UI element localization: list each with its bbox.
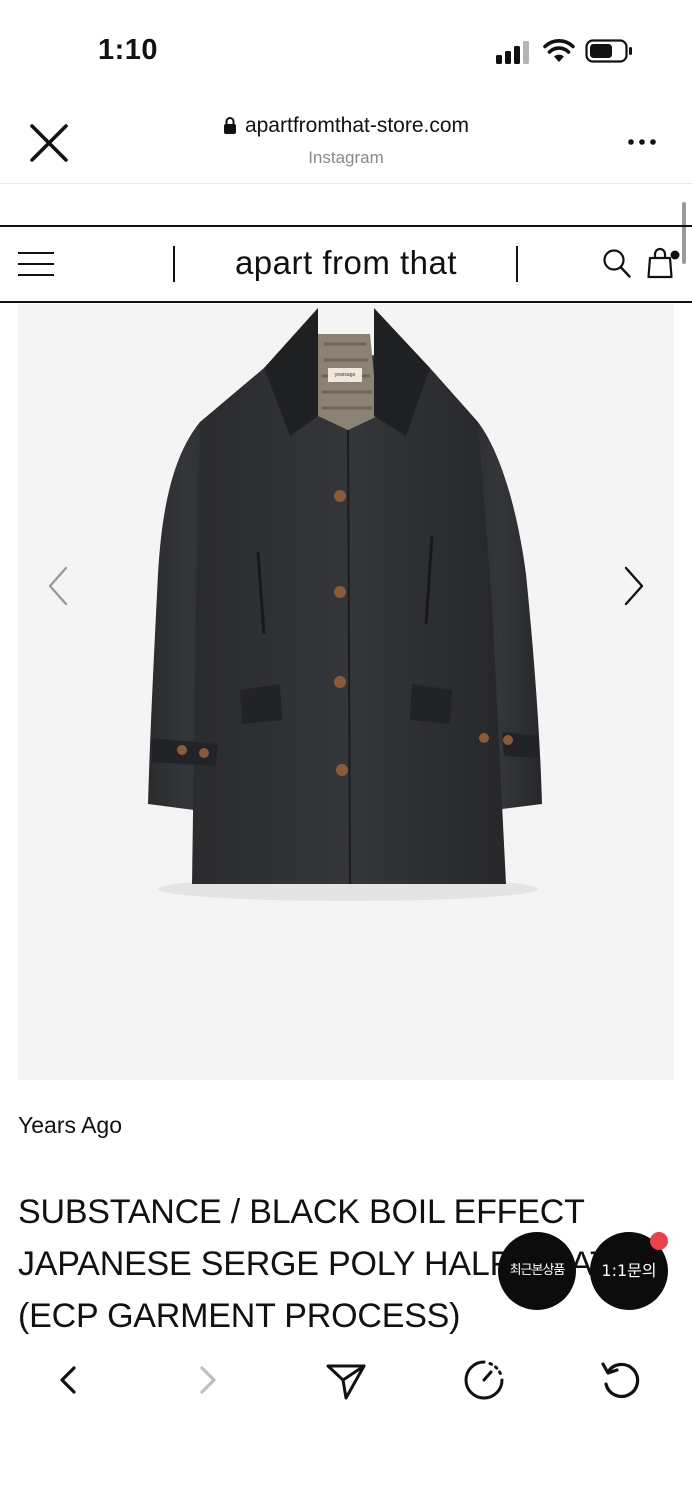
url-row[interactable]: apartfromthat-store.com: [0, 114, 692, 138]
back-icon[interactable]: [46, 1358, 90, 1402]
site-logo[interactable]: apart from that: [176, 244, 516, 282]
wifi-icon: [543, 39, 575, 62]
product-image[interactable]: yearsago: [18, 304, 674, 1080]
status-bar: 1:10: [0, 0, 692, 100]
product-title-line: SUBSTANCE / BLACK BOIL EFFECT: [18, 1193, 585, 1231]
recently-viewed-button[interactable]: 최근본상품: [498, 1232, 576, 1310]
send-icon[interactable]: [324, 1358, 368, 1402]
header-bottom-border: [0, 301, 692, 303]
more-icon[interactable]: [624, 132, 660, 152]
menu-icon[interactable]: [18, 250, 54, 278]
scroll-indicator: [682, 202, 686, 264]
in-app-browser-header: apartfromthat-store.com Instagram: [0, 100, 692, 184]
battery-icon: [585, 39, 632, 63]
home-indicator: [220, 1478, 472, 1484]
shopping-bag-icon[interactable]: [646, 246, 680, 280]
search-icon[interactable]: [602, 248, 632, 280]
source-label: Instagram: [308, 148, 384, 167]
logo-divider-right: [516, 246, 518, 282]
chevron-right-icon[interactable]: [616, 562, 650, 610]
brand-name[interactable]: Years Ago: [18, 1112, 122, 1139]
forward-icon[interactable]: [186, 1358, 230, 1402]
chevron-left-icon[interactable]: [42, 562, 76, 610]
notification-badge: [650, 1232, 668, 1250]
coat-label-text: yearsago: [334, 372, 356, 378]
cellular-signal-icon: [496, 41, 529, 64]
status-time: 1:10: [98, 34, 159, 66]
reload-icon[interactable]: [598, 1358, 642, 1402]
header-top-border: [0, 225, 692, 227]
page-url: apartfromthat-store.com: [244, 114, 470, 137]
timer-icon[interactable]: [462, 1358, 506, 1402]
logo-divider-left: [173, 246, 175, 282]
lock-icon: [223, 117, 236, 134]
coat-photo: [148, 308, 542, 901]
